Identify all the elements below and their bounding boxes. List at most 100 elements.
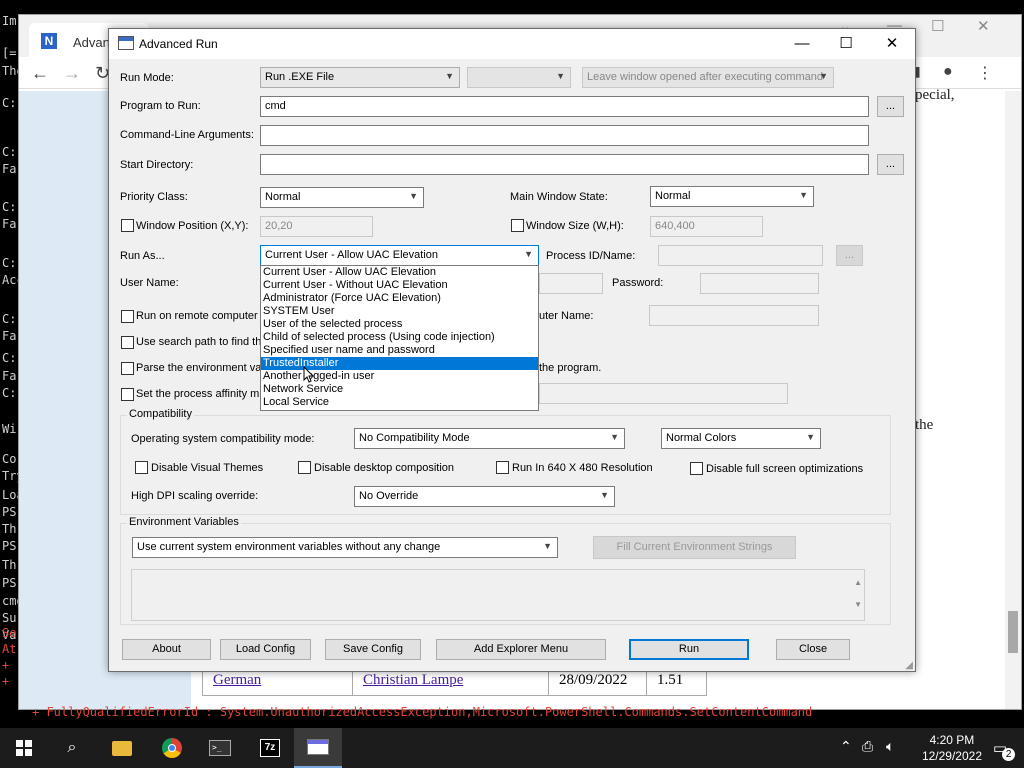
close-icon[interactable]: ✕	[869, 31, 915, 57]
run-mode-select[interactable]: Run .EXE File ▼	[260, 67, 460, 88]
terminal-taskbar-button[interactable]: >_	[196, 728, 244, 768]
minimize-icon[interactable]: —	[779, 31, 825, 57]
fill-env-button[interactable]: Fill Current Environment Strings	[593, 536, 796, 559]
browser-maximize-icon[interactable]: ☐	[931, 17, 944, 35]
environment-value: Use current system environment variables…	[137, 541, 441, 553]
run-as-option[interactable]: SYSTEM User	[261, 305, 538, 318]
cmdline-input[interactable]	[260, 125, 869, 146]
console-error-fragment: +	[2, 674, 10, 688]
user-name-input[interactable]	[539, 273, 603, 294]
7zip-taskbar-button[interactable]: 7z	[246, 728, 294, 768]
disable-composition-label: Disable desktop composition	[314, 462, 455, 474]
run-as-option[interactable]: User of the selected process	[261, 318, 538, 331]
chevron-down-icon: ▼	[409, 191, 418, 201]
run-as-option[interactable]: Child of selected process (Using code in…	[261, 331, 538, 344]
chevron-down-icon: ▼	[600, 490, 609, 500]
forward-icon[interactable]: →	[63, 63, 81, 84]
dpi-label: High DPI scaling override:	[131, 490, 259, 502]
search-icon: ⌕	[67, 739, 77, 756]
textarea-scroll-arrows-icon[interactable]: ▲ ▼	[854, 572, 862, 616]
chevron-down-icon: ▼	[799, 190, 808, 200]
parse-env-checkbox[interactable]	[121, 362, 134, 375]
user-name-label: User Name:	[120, 277, 179, 289]
network-icon[interactable]: ⎙	[862, 738, 873, 755]
colors-select[interactable]: Normal Colors ▼	[661, 428, 821, 449]
process-browse-button[interactable]: ...	[836, 245, 863, 266]
explorer-taskbar-button[interactable]	[98, 728, 146, 768]
run-as-option[interactable]: Network Service	[261, 383, 538, 396]
tray-chevron-up-icon[interactable]: ⌃	[840, 738, 852, 755]
search-path-checkbox[interactable]	[121, 336, 134, 349]
console-line: PS	[2, 505, 17, 519]
chevron-down-icon: ▼	[819, 71, 828, 81]
notifications-button[interactable]: ▭ 2	[976, 728, 1024, 768]
console-line: C:	[2, 96, 17, 110]
7zip-icon: 7z	[260, 739, 280, 757]
save-config-button[interactable]: Save Config	[325, 639, 421, 660]
scrollbar-thumb[interactable]	[1008, 611, 1018, 653]
os-compat-select[interactable]: No Compatibility Mode ▼	[354, 428, 625, 449]
search-button[interactable]: ⌕	[48, 728, 96, 768]
program-input[interactable]: cmd	[260, 96, 869, 117]
dialog-titlebar[interactable]: Advanced Run — ☐ ✕	[109, 29, 915, 59]
translator-link[interactable]: Christian Lampe	[363, 672, 463, 688]
dpi-select[interactable]: No Override ▼	[354, 486, 615, 507]
res-640-checkbox[interactable]	[496, 461, 509, 474]
disable-composition-checkbox[interactable]	[298, 461, 311, 474]
close-button[interactable]: Close	[776, 639, 850, 660]
run-mode-extra-select[interactable]: ▼	[467, 67, 571, 88]
mouse-cursor-icon	[303, 366, 315, 383]
page-text: the	[915, 417, 934, 433]
advanced-run-taskbar-button[interactable]	[294, 728, 342, 768]
disable-themes-checkbox[interactable]	[135, 461, 148, 474]
disable-fullscreen-checkbox[interactable]	[690, 462, 703, 475]
run-as-select[interactable]: Current User - Allow UAC Elevation ▼	[260, 245, 539, 266]
dialog-title: Advanced Run	[139, 37, 218, 51]
computer-name-input[interactable]	[649, 305, 819, 326]
chrome-taskbar-button[interactable]	[148, 728, 196, 768]
startdir-input[interactable]	[260, 154, 869, 175]
run-as-option[interactable]: Current User - Without UAC Elevation	[261, 279, 538, 292]
window-size-input[interactable]: 640,400	[650, 216, 763, 237]
run-as-dropdown-list: Current User - Allow UAC Elevation Curren…	[260, 265, 539, 411]
console-line: [=	[2, 46, 17, 60]
volume-icon[interactable]: 🔈︎	[886, 738, 894, 755]
menu-icon[interactable]: ⋮	[977, 63, 993, 83]
maximize-icon[interactable]: ☐	[823, 31, 869, 57]
startdir-browse-button[interactable]: ...	[877, 154, 904, 175]
window-position-checkbox[interactable]	[121, 219, 134, 232]
run-as-option[interactable]: Administrator (Force UAC Elevation)	[261, 292, 538, 305]
console-line: Fa	[2, 162, 17, 176]
add-explorer-menu-button[interactable]: Add Explorer Menu	[436, 639, 606, 660]
load-config-button[interactable]: Load Config	[220, 639, 311, 660]
priority-select[interactable]: Normal ▼	[260, 187, 424, 208]
main-window-state-select[interactable]: Normal ▼	[650, 186, 814, 207]
password-input[interactable]	[700, 273, 819, 294]
clock[interactable]: 4:20 PM 12/29/2022	[922, 732, 982, 764]
run-button[interactable]: Run	[629, 639, 749, 660]
language-link[interactable]: German	[213, 672, 261, 688]
affinity-input[interactable]	[539, 383, 788, 404]
page-scrollbar[interactable]	[1005, 91, 1021, 709]
leave-window-select[interactable]: Leave window opened after executing comm…	[582, 67, 834, 88]
run-as-option[interactable]: Current User - Allow UAC Elevation	[261, 266, 538, 279]
run-as-option[interactable]: Local Service	[261, 396, 538, 409]
priority-label: Priority Class:	[120, 191, 188, 203]
about-button[interactable]: About	[122, 639, 211, 660]
window-size-checkbox[interactable]	[511, 219, 524, 232]
remote-computer-checkbox[interactable]	[121, 310, 134, 323]
resize-grip-icon[interactable]: ◢	[905, 660, 913, 671]
start-button[interactable]	[0, 728, 48, 768]
console-error-line: + FullyQualifiedErrorId : System.Unautho…	[32, 705, 813, 719]
cmdline-label: Command-Line Arguments:	[120, 129, 254, 141]
environment-textarea[interactable]: ▲ ▼	[131, 569, 865, 621]
program-browse-button[interactable]: ...	[877, 96, 904, 117]
run-as-option[interactable]: Specified user name and password	[261, 344, 538, 357]
profile-icon[interactable]: ●	[943, 63, 953, 81]
browser-close-icon[interactable]: ✕	[977, 17, 990, 35]
back-icon[interactable]: ←	[31, 63, 49, 84]
environment-select[interactable]: Use current system environment variables…	[132, 537, 558, 558]
window-position-input[interactable]: 20,20	[260, 216, 373, 237]
process-id-input[interactable]	[658, 245, 823, 266]
affinity-checkbox[interactable]	[121, 388, 134, 401]
